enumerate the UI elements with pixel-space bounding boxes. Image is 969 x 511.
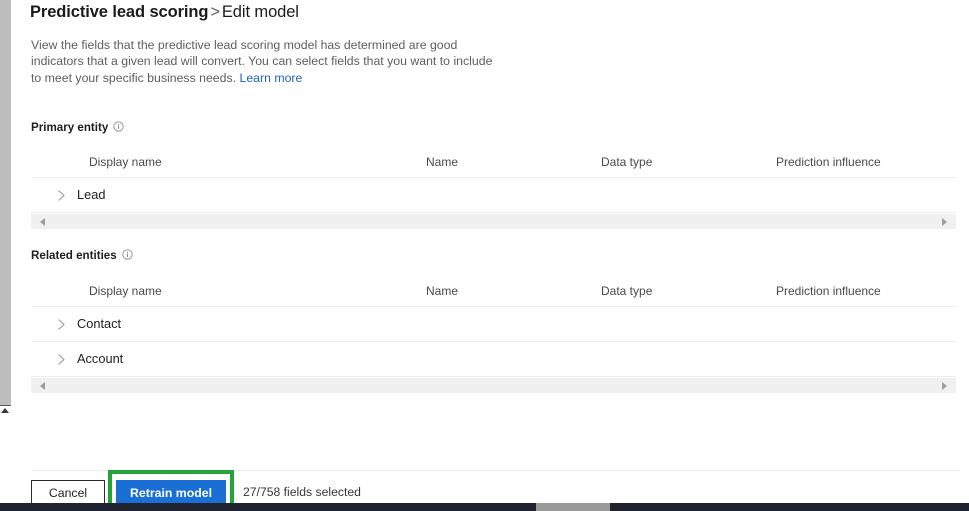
- primary-entity-table-header: Display name Name Data type Prediction i…: [31, 152, 956, 178]
- caret-left-icon[interactable]: [40, 382, 45, 390]
- column-header-name[interactable]: Name: [426, 284, 458, 298]
- taskbar-segment: [536, 503, 610, 511]
- caret-left-icon[interactable]: [40, 218, 45, 226]
- column-header-prediction-influence[interactable]: Prediction influence: [776, 155, 881, 169]
- vertical-scrollbar-divider: [0, 405, 11, 406]
- related-entities-table-header: Display name Name Data type Prediction i…: [31, 281, 956, 307]
- primary-entity-horizontal-scrollbar[interactable]: [31, 213, 956, 229]
- edit-model-page: Predictive lead scoring > Edit model View …: [11, 0, 969, 511]
- column-header-display-name[interactable]: Display name: [89, 155, 162, 169]
- bottom-taskbar-strip: [0, 503, 969, 511]
- caret-down-icon[interactable]: [1, 408, 9, 413]
- caret-right-icon[interactable]: [942, 382, 947, 390]
- cancel-button[interactable]: Cancel: [31, 480, 105, 505]
- column-header-data-type[interactable]: Data type: [601, 155, 652, 169]
- fields-selected-status: 27/758 fields selected: [243, 485, 361, 499]
- page-title: Edit model: [221, 3, 299, 21]
- related-entities-table: Display name Name Data type Prediction i…: [31, 281, 956, 393]
- column-header-name[interactable]: Name: [426, 155, 458, 169]
- vertical-scrollbar-thumb[interactable]: [0, 0, 11, 405]
- breadcrumb-parent[interactable]: Predictive lead scoring: [30, 3, 208, 21]
- related-entities-label: Related entities: [31, 249, 133, 262]
- column-header-display-name[interactable]: Display name: [89, 284, 162, 298]
- info-icon[interactable]: [122, 249, 133, 260]
- learn-more-link[interactable]: Learn more: [239, 71, 302, 85]
- table-row[interactable]: Lead: [31, 178, 956, 213]
- column-header-prediction-influence[interactable]: Prediction influence: [776, 284, 881, 298]
- page-description: View the fields that the predictive lead…: [31, 37, 501, 86]
- primary-entity-label: Primary entity: [31, 121, 124, 134]
- row-display-name: Account: [77, 351, 124, 366]
- table-row[interactable]: Contact: [31, 307, 956, 342]
- retrain-model-button[interactable]: Retrain model: [116, 480, 226, 505]
- breadcrumb: Predictive lead scoring > Edit model: [30, 3, 299, 22]
- chevron-right-icon[interactable]: [57, 318, 66, 331]
- caret-right-icon[interactable]: [942, 218, 947, 226]
- column-header-data-type[interactable]: Data type: [601, 284, 652, 298]
- chevron-right-icon[interactable]: [57, 353, 66, 366]
- related-entities-horizontal-scrollbar[interactable]: [31, 377, 956, 393]
- table-row[interactable]: Account: [31, 342, 956, 377]
- row-display-name: Lead: [77, 187, 106, 202]
- breadcrumb-separator: >: [210, 3, 220, 21]
- row-display-name: Contact: [77, 316, 122, 331]
- primary-entity-table: Display name Name Data type Prediction i…: [31, 152, 956, 229]
- chevron-right-icon[interactable]: [57, 189, 66, 202]
- vertical-scrollbar[interactable]: [0, 0, 11, 511]
- info-icon[interactable]: [113, 121, 124, 132]
